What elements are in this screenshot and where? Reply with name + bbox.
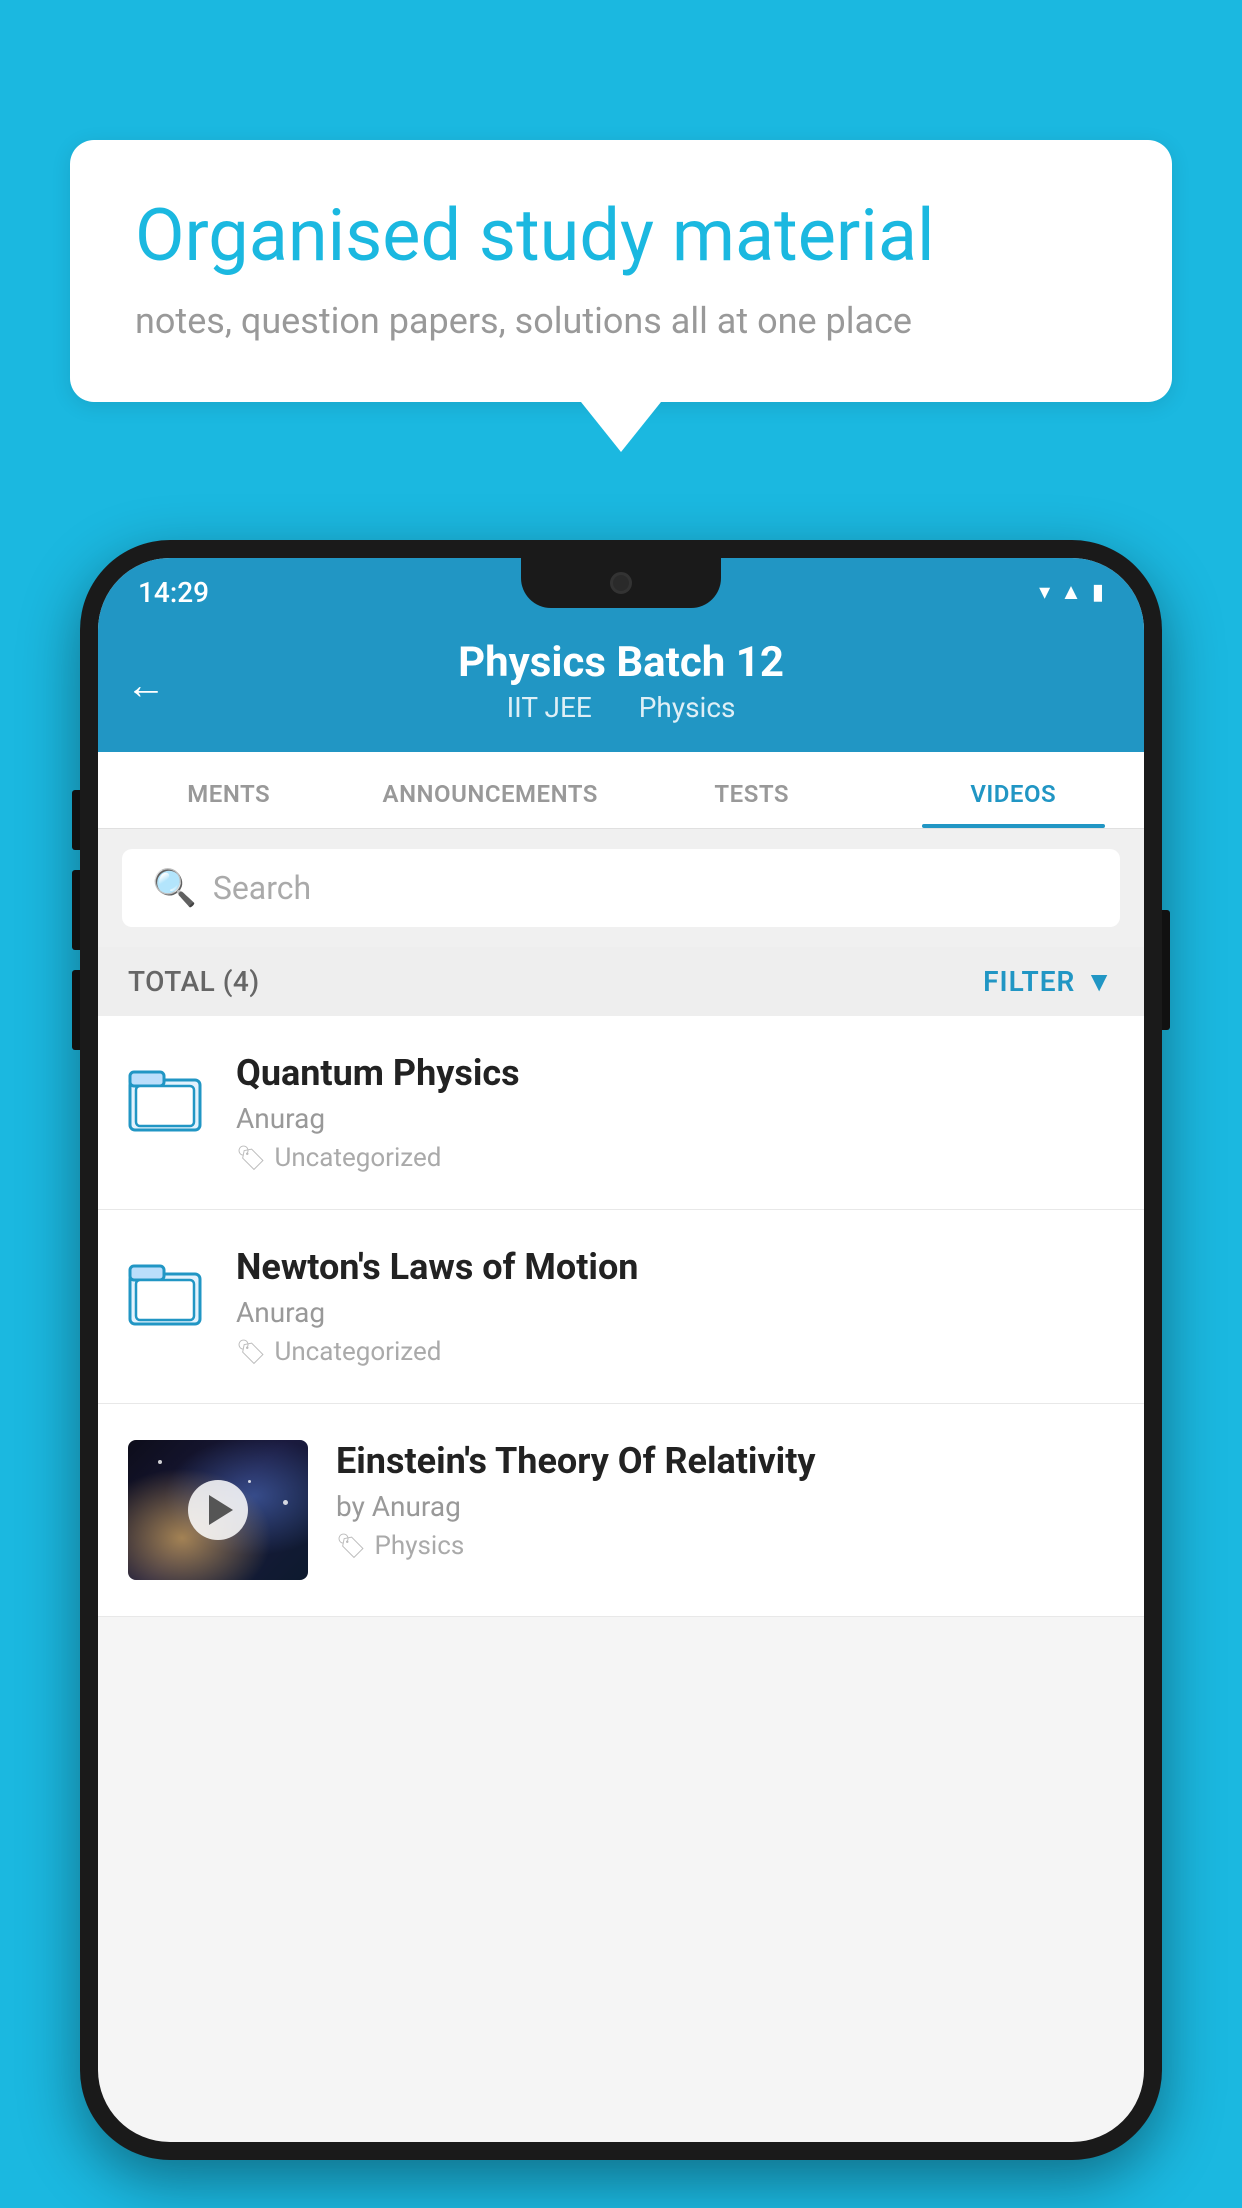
list-item-title: Quantum Physics bbox=[236, 1052, 1114, 1094]
star-decoration bbox=[248, 1480, 251, 1483]
header-title: Physics Batch 12 bbox=[128, 638, 1114, 687]
list-item[interactable]: Quantum Physics Anurag 🏷 Uncategorized bbox=[98, 1016, 1144, 1210]
list-item[interactable]: Einstein's Theory Of Relativity by Anura… bbox=[98, 1404, 1144, 1617]
list-item-info: Newton's Laws of Motion Anurag 🏷 Uncateg… bbox=[236, 1246, 1114, 1367]
phone-camera bbox=[610, 572, 632, 594]
speech-bubble-section: Organised study material notes, question… bbox=[70, 140, 1172, 452]
tag-icon: 🏷 bbox=[236, 1144, 266, 1172]
thumbnail-image bbox=[128, 1440, 308, 1580]
header-subtitle: IIT JEE Physics bbox=[128, 691, 1114, 724]
list-item[interactable]: Newton's Laws of Motion Anurag 🏷 Uncateg… bbox=[98, 1210, 1144, 1404]
tag-label: Physics bbox=[374, 1531, 464, 1561]
phone-outer-shell: 14:29 ▾ ▲ ▮ ← Physics Batch 12 IIT JEE P… bbox=[80, 540, 1162, 2160]
list-item-tag: 🏷 Uncategorized bbox=[236, 1143, 1114, 1173]
back-button[interactable]: ← bbox=[126, 662, 166, 709]
list-item-title: Einstein's Theory Of Relativity bbox=[336, 1440, 1114, 1482]
phone-notch bbox=[521, 558, 721, 608]
tab-tests[interactable]: TESTS bbox=[621, 752, 883, 828]
phone-screen: 14:29 ▾ ▲ ▮ ← Physics Batch 12 IIT JEE P… bbox=[98, 558, 1144, 2142]
total-count-label: TOTAL (4) bbox=[128, 965, 260, 998]
header-subtitle-physics: Physics bbox=[639, 691, 736, 724]
video-thumbnail bbox=[128, 1440, 308, 1580]
status-icons: ▾ ▲ ▮ bbox=[1039, 579, 1104, 605]
speech-bubble-title: Organised study material bbox=[135, 195, 1107, 278]
status-time: 14:29 bbox=[138, 576, 209, 609]
wifi-icon: ▾ bbox=[1039, 580, 1050, 605]
search-bar[interactable]: 🔍 Search bbox=[122, 849, 1120, 927]
tag-label: Uncategorized bbox=[274, 1143, 441, 1173]
phone-button-vol-up bbox=[72, 790, 80, 850]
tab-ments[interactable]: MENTS bbox=[98, 752, 360, 828]
speech-bubble-arrow bbox=[581, 402, 661, 452]
list-item-author: by Anurag bbox=[336, 1490, 1114, 1523]
star-decoration bbox=[158, 1460, 162, 1464]
phone-button-power bbox=[1162, 910, 1170, 1030]
tag-icon: 🏷 bbox=[336, 1532, 366, 1560]
list-item-info: Quantum Physics Anurag 🏷 Uncategorized bbox=[236, 1052, 1114, 1173]
tab-videos[interactable]: VIDEOS bbox=[883, 752, 1145, 828]
speech-bubble-subtitle: notes, question papers, solutions all at… bbox=[135, 300, 1107, 342]
star-decoration bbox=[283, 1500, 288, 1505]
tag-icon: 🏷 bbox=[236, 1338, 266, 1366]
filter-label: FILTER bbox=[983, 965, 1075, 998]
folder-icon bbox=[128, 1058, 208, 1138]
filter-bar: TOTAL (4) FILTER ▼ bbox=[98, 947, 1144, 1016]
header-subtitle-iit: IIT JEE bbox=[507, 691, 592, 724]
tag-label: Uncategorized bbox=[274, 1337, 441, 1367]
list-item-tag: 🏷 Uncategorized bbox=[236, 1337, 1114, 1367]
list-item-author: Anurag bbox=[236, 1296, 1114, 1329]
list-item-tag: 🏷 Physics bbox=[336, 1531, 1114, 1561]
folder-icon bbox=[128, 1252, 208, 1332]
battery-icon: ▮ bbox=[1092, 580, 1104, 605]
phone-mockup: 14:29 ▾ ▲ ▮ ← Physics Batch 12 IIT JEE P… bbox=[80, 540, 1162, 2208]
filter-button[interactable]: FILTER ▼ bbox=[983, 965, 1114, 998]
filter-funnel-icon: ▼ bbox=[1085, 965, 1114, 998]
search-container: 🔍 Search bbox=[98, 829, 1144, 947]
speech-bubble-card: Organised study material notes, question… bbox=[70, 140, 1172, 402]
play-triangle-icon bbox=[209, 1495, 233, 1525]
play-button[interactable] bbox=[188, 1480, 248, 1540]
tabs-bar: MENTS ANNOUNCEMENTS TESTS VIDEOS bbox=[98, 752, 1144, 829]
app-header: ← Physics Batch 12 IIT JEE Physics bbox=[98, 618, 1144, 752]
tab-announcements[interactable]: ANNOUNCEMENTS bbox=[360, 752, 622, 828]
signal-icon: ▲ bbox=[1060, 579, 1082, 605]
video-list: Quantum Physics Anurag 🏷 Uncategorized bbox=[98, 1016, 1144, 1617]
phone-button-vol-down-2 bbox=[72, 970, 80, 1050]
phone-button-vol-down bbox=[72, 870, 80, 950]
list-item-info: Einstein's Theory Of Relativity by Anura… bbox=[336, 1440, 1114, 1561]
list-item-author: Anurag bbox=[236, 1102, 1114, 1135]
list-item-title: Newton's Laws of Motion bbox=[236, 1246, 1114, 1288]
search-placeholder: Search bbox=[213, 869, 311, 907]
search-icon: 🔍 bbox=[152, 867, 197, 909]
